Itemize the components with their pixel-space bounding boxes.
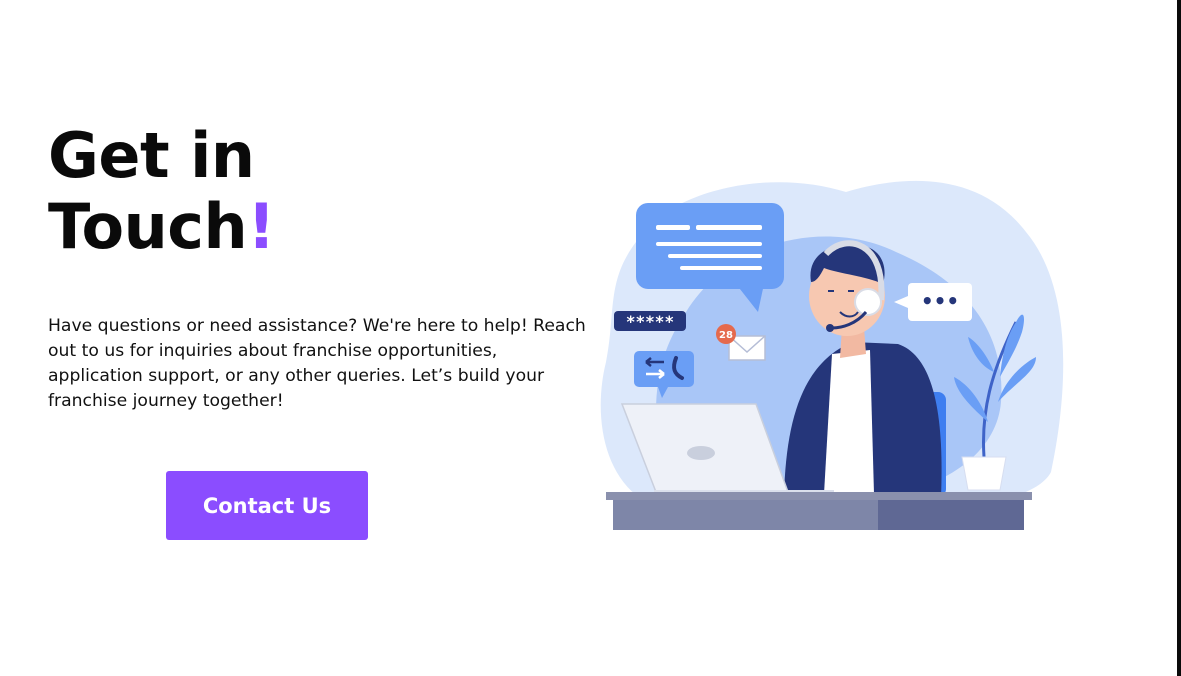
title-line-1: Get in	[48, 119, 255, 192]
customer-support-illustration: ***** 28 •••	[600, 180, 1064, 530]
title-touch-word: Touch	[48, 190, 248, 263]
right-edge-bar	[1177, 0, 1181, 676]
page-title: Get in Touch!	[48, 120, 588, 262]
typing-dots: •••	[921, 289, 959, 313]
hero-description: Have questions or need assistance? We're…	[48, 316, 586, 411]
desk-top	[606, 492, 1032, 500]
password-mask: *****	[626, 312, 674, 331]
mail-badge-count: 28	[719, 330, 733, 341]
password-icon: *****	[614, 311, 686, 331]
contact-us-button[interactable]: Contact Us	[166, 471, 368, 540]
desk-front	[613, 500, 878, 530]
title-exclamation: !	[247, 190, 275, 263]
hero-section: Get in Touch! Have questions or need ass…	[48, 120, 588, 414]
title-line-2: Touch!	[48, 191, 588, 262]
desk-drawer	[878, 500, 1024, 530]
